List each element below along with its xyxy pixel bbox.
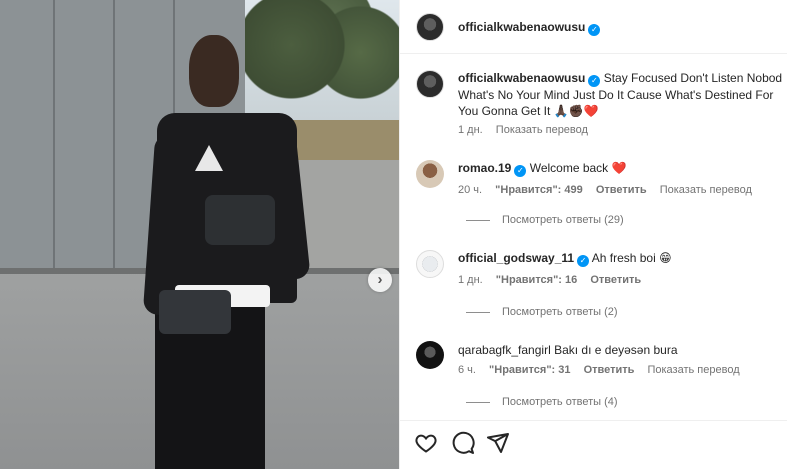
- comment-body: romao.19 ✓ Welcome back ❤️: [458, 160, 626, 177]
- replies-divider: [466, 219, 490, 221]
- verified-badge-icon: ✓: [588, 24, 601, 36]
- view-replies-button[interactable]: Посмотреть ответы (29): [466, 214, 624, 226]
- comment-meta: 20 ч. "Нравится": 499 Ответить Показать …: [458, 184, 762, 196]
- comment-meta: 1 дн. "Нравится": 16 Ответить: [458, 274, 651, 286]
- caption: officialkwabenaowusu ✓ Stay Focused Don't…: [458, 70, 787, 119]
- caption-line-1: Stay Focused Don't Listen Nobod: [603, 71, 783, 85]
- comment-meta: 6 ч. "Нравится": 31 Ответить Показать пе…: [458, 364, 750, 376]
- grin-emoji-icon: 😁: [659, 251, 672, 265]
- comment-likes[interactable]: "Нравится": 16: [496, 274, 577, 286]
- comment-username[interactable]: romao.19 ✓: [458, 161, 527, 177]
- comment-time[interactable]: 1 дн.: [458, 274, 483, 286]
- comment-username[interactable]: qarabagfk_fangirl: [458, 343, 551, 357]
- caption-line-2: What's No Your Mind Just Do It Cause Wha…: [458, 88, 774, 102]
- comment-text: Bakı dı e deyəsən bura: [554, 343, 678, 357]
- comment-reply-button[interactable]: Ответить: [584, 364, 635, 376]
- verified-badge-icon: ✓: [577, 255, 590, 267]
- comment-time[interactable]: 6 ч.: [458, 364, 476, 376]
- comment-avatar[interactable]: [416, 250, 444, 278]
- comment-reply-button[interactable]: Ответить: [590, 274, 641, 286]
- post-action-bar: [400, 420, 787, 469]
- post-header: officialkwabenaowusu ✓: [400, 0, 787, 54]
- caption-username[interactable]: officialkwabenaowusu ✓: [458, 71, 601, 87]
- view-replies-label: Посмотреть ответы (4): [502, 396, 618, 408]
- caption-line-3: You Gonna Get It 🙏🏿✊🏿❤️: [458, 104, 599, 118]
- author-avatar[interactable]: [416, 13, 444, 41]
- comment-body: official_godsway_11 ✓ Ah fresh boi 😁: [458, 250, 672, 267]
- comment-likes[interactable]: "Нравится": 499: [495, 184, 583, 196]
- comment-username[interactable]: official_godsway_11 ✓: [458, 251, 590, 267]
- post-photo[interactable]: ›: [0, 0, 399, 469]
- comment-time[interactable]: 20 ч.: [458, 184, 482, 196]
- caption-meta: 1 дн. Показать перевод: [458, 124, 598, 136]
- comment-avatar[interactable]: [416, 160, 444, 188]
- view-replies-button[interactable]: Посмотреть ответы (2): [466, 306, 618, 318]
- heart-emoji-icon: ❤️: [611, 161, 627, 175]
- comment-avatar[interactable]: [416, 341, 444, 369]
- paper-plane-icon[interactable]: [486, 431, 510, 455]
- post-side-panel: officialkwabenaowusu ✓ officialkwabenaowu…: [399, 0, 787, 469]
- comment-text: Ah fresh boi: [591, 251, 656, 265]
- caption-author-avatar[interactable]: [416, 70, 444, 98]
- comment-bubble-icon[interactable]: [451, 431, 475, 455]
- caption-translate-link[interactable]: Показать перевод: [496, 124, 588, 136]
- author-username-text[interactable]: officialkwabenaowusu: [458, 20, 585, 34]
- comment-reply-button[interactable]: Ответить: [596, 184, 647, 196]
- comment-text: Welcome back: [529, 161, 609, 175]
- view-replies-label: Посмотреть ответы (29): [502, 214, 624, 226]
- photo-person: [142, 35, 311, 469]
- comment-translate-link[interactable]: Показать перевод: [647, 364, 739, 376]
- caption-time[interactable]: 1 дн.: [458, 124, 483, 136]
- author-username[interactable]: officialkwabenaowusu ✓: [458, 20, 601, 36]
- replies-divider: [466, 401, 490, 403]
- comment-body: qarabagfk_fangirl Bakı dı e deyəsən bura: [458, 342, 678, 358]
- replies-divider: [466, 311, 490, 313]
- verified-badge-icon: ✓: [588, 75, 601, 87]
- chevron-right-icon[interactable]: ›: [368, 268, 392, 292]
- heart-outline-icon[interactable]: [414, 431, 438, 455]
- comment-likes[interactable]: "Нравится": 31: [489, 364, 570, 376]
- view-replies-button[interactable]: Посмотреть ответы (4): [466, 396, 618, 408]
- comment-translate-link[interactable]: Показать перевод: [660, 184, 752, 196]
- verified-badge-icon: ✓: [514, 165, 527, 177]
- view-replies-label: Посмотреть ответы (2): [502, 306, 618, 318]
